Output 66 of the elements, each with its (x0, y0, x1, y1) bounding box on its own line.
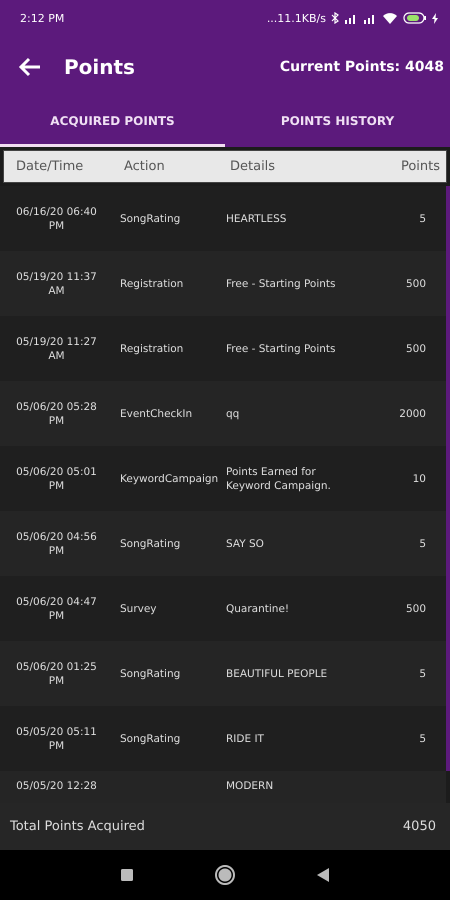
bluetooth-icon (331, 12, 339, 24)
table-cell-text: 05/19/20 11:37 AM (15, 270, 98, 298)
table-row[interactable]: 05/05/20 12:28 MODERN (0, 771, 446, 803)
back-icon[interactable] (316, 867, 330, 883)
table-cell-text: 06/16/20 06:40 PM (15, 204, 98, 232)
charging-icon (432, 12, 438, 24)
table-cell-text: BEAUTIFUL PEOPLE (225, 666, 328, 680)
table-cell-text: MODERN (225, 779, 274, 793)
table-cell-text: EventCheckIn (119, 406, 194, 420)
column-header[interactable]: Date/Time (4, 159, 117, 174)
table-cell-text: Quarantine! (225, 602, 290, 616)
total-value: 4050 (402, 819, 436, 834)
table-cell-text: 5 (418, 666, 427, 680)
battery-icon (403, 12, 427, 24)
table-cell-text: 500 (404, 276, 427, 290)
column-header[interactable]: Action (117, 159, 227, 174)
table-cell-text: 05/06/20 05:01 PM (15, 464, 98, 492)
table-cell-text: 5 (418, 536, 427, 550)
home-icon[interactable] (214, 864, 236, 886)
recents-icon[interactable] (120, 868, 134, 882)
table-cell-text: SongRating (119, 732, 182, 746)
table-cell-text: KeywordCampaign (119, 472, 220, 486)
table-cell-text: SongRating (119, 666, 182, 680)
table-cell-text: 05/06/20 04:47 PM (15, 594, 98, 622)
table-cell-text: 05/05/20 05:11 PM (15, 724, 98, 752)
table-cell-text: 05/06/20 04:56 PM (15, 530, 98, 558)
table-cell-text: Free - Starting Points (225, 276, 337, 290)
tab[interactable]: POINTS HISTORY (225, 97, 450, 147)
table-cell-text: 500 (404, 342, 427, 356)
scrollbar[interactable] (446, 186, 450, 771)
table-cell-text: RIDE IT (225, 732, 265, 746)
table-cell-text: 2000 (398, 406, 427, 420)
table-cell-text: 5 (418, 732, 427, 746)
column-header[interactable]: Points (350, 159, 446, 174)
table-cell-text: 05/05/20 12:28 (15, 779, 98, 793)
total-label: Total Points Acquired (10, 819, 145, 834)
table-cell-text: 05/06/20 05:28 PM (15, 400, 98, 428)
table-cell-text: Registration (119, 276, 184, 290)
signal-icon (344, 12, 358, 24)
table-cell-text: 05/19/20 11:27 AM (15, 334, 98, 362)
table-cell-text: 5 (418, 212, 427, 226)
wifi-icon (382, 12, 398, 24)
table-cell-text: HEARTLESS (225, 212, 288, 226)
table-cell-text: Free - Starting Points (225, 342, 337, 356)
table-cell-text: Registration (119, 342, 184, 356)
table-cell-text: qq (225, 406, 240, 420)
table-cell-text: 10 (412, 472, 427, 486)
signal-icon (363, 12, 377, 24)
table-row[interactable]: 05/06/20 04:56 PM SongRating SAY SO 5 (0, 511, 446, 576)
status-time: 2:12 PM (20, 12, 64, 24)
table-cell-text: Points Earned for Keyword Campaign. (225, 464, 332, 492)
table-cell-text: 500 (404, 602, 427, 616)
current-points: Current Points: 4048 (280, 58, 444, 74)
table-cell-text: SongRating (119, 536, 182, 550)
table-row[interactable]: 05/06/20 01:25 PM SongRating BEAUTIFUL PEOPLE 5 (0, 641, 446, 706)
table-cell-text: 05/06/20 01:25 PM (15, 660, 98, 688)
tab[interactable]: ACQUIRED POINTS (0, 97, 225, 147)
back-arrow-icon[interactable] (18, 56, 42, 76)
network-speed: ...11.1KB/s (266, 12, 326, 24)
table-row[interactable]: 05/06/20 05:28 PM EventCheckIn qq 2000 (0, 381, 446, 446)
table-cell-text: SongRating (119, 212, 182, 226)
table-cell-text: SAY SO (225, 536, 265, 550)
table-cell-text: Survey (119, 602, 158, 616)
column-header[interactable]: Details (227, 159, 350, 174)
screen-title: Points (64, 54, 135, 78)
table-row[interactable]: 05/19/20 11:37 AM Registration Free - Starting Points 500 (0, 251, 446, 316)
